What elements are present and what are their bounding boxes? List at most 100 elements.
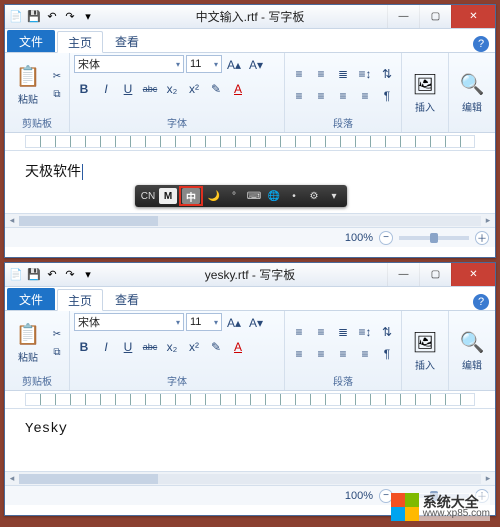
ime-moon-icon[interactable]: 🌙 [205, 188, 223, 204]
home-tab[interactable]: 主页 [57, 289, 103, 311]
align-right-button[interactable]: ≡ [333, 344, 353, 364]
ruler[interactable] [5, 133, 495, 151]
font-size-combo[interactable]: 11 ▾ [186, 55, 222, 73]
ime-m-button[interactable]: M [159, 188, 177, 204]
align-left-button[interactable]: ≡ [289, 344, 309, 364]
font-color-button[interactable]: A [228, 79, 248, 99]
font-size-combo[interactable]: 11 ▾ [186, 313, 222, 331]
qat-redo-icon[interactable]: ↷ [63, 268, 77, 282]
increase-indent-button[interactable]: ≡ [311, 64, 331, 84]
align-justify-button[interactable]: ≡ [355, 344, 375, 364]
align-center-button[interactable]: ≡ [311, 344, 331, 364]
subscript-button[interactable]: x₂ [162, 337, 182, 357]
ime-dot-icon[interactable]: • [285, 188, 303, 204]
list-button[interactable]: ≣ [333, 64, 353, 84]
home-tab[interactable]: 主页 [57, 31, 103, 53]
align-center-button[interactable]: ≡ [311, 86, 331, 106]
bold-button[interactable]: B [74, 79, 94, 99]
copy-button[interactable]: ⧉ [49, 344, 65, 360]
grow-font-button[interactable]: A▴ [224, 55, 244, 75]
underline-button[interactable]: U [118, 79, 138, 99]
cut-button[interactable]: ✂ [49, 326, 65, 342]
edit-button[interactable]: 🔍 编辑 [453, 322, 491, 380]
paragraph-dialog-button[interactable]: ¶ [377, 344, 397, 364]
sort-button[interactable]: ⇅ [377, 64, 397, 84]
ruler[interactable] [5, 391, 495, 409]
ime-cn-label[interactable]: CN [139, 188, 157, 204]
ime-settings-icon[interactable]: ⚙ [305, 188, 323, 204]
scroll-left-icon[interactable]: ◂ [5, 473, 19, 484]
strikethrough-button[interactable]: abc [140, 79, 160, 99]
view-tab[interactable]: 查看 [105, 30, 149, 52]
scroll-left-icon[interactable]: ◂ [5, 215, 19, 226]
document-area[interactable]: 天极软件 CN M 中 🌙 ° ⌨ 🌐 • ⚙ ▾ [5, 151, 495, 213]
qat-save-icon[interactable]: 💾 [27, 10, 41, 24]
line-spacing-button[interactable]: ≡↕ [355, 322, 375, 342]
ime-keyboard-icon[interactable]: ⌨ [245, 188, 263, 204]
scroll-track[interactable] [19, 216, 481, 226]
highlight-button[interactable]: ✎ [206, 79, 226, 99]
ime-ring-icon[interactable]: ° [225, 188, 243, 204]
align-justify-button[interactable]: ≡ [355, 86, 375, 106]
scroll-thumb[interactable] [19, 474, 158, 484]
qat-dropdown-icon[interactable]: ▾ [81, 10, 95, 24]
qat-save-icon[interactable]: 💾 [27, 268, 41, 282]
copy-button[interactable]: ⧉ [49, 86, 65, 102]
minimize-button[interactable]: — [387, 263, 419, 286]
subscript-button[interactable]: x₂ [162, 79, 182, 99]
file-tab[interactable]: 文件 [7, 30, 55, 52]
scroll-track[interactable] [19, 474, 481, 484]
scroll-right-icon[interactable]: ▸ [481, 473, 495, 484]
ime-dropdown-icon[interactable]: ▾ [325, 188, 343, 204]
decrease-indent-button[interactable]: ≡ [289, 322, 309, 342]
paste-button[interactable]: 📋 粘贴 [9, 314, 47, 372]
shrink-font-button[interactable]: A▾ [246, 55, 266, 75]
paragraph-dialog-button[interactable]: ¶ [377, 86, 397, 106]
insert-button[interactable]: 🖼 插入 [406, 322, 444, 380]
font-family-combo[interactable]: 宋体 ▾ [74, 55, 184, 73]
maximize-button[interactable]: ▢ [419, 263, 451, 286]
close-button[interactable]: ✕ [451, 5, 495, 28]
view-tab[interactable]: 查看 [105, 288, 149, 310]
font-family-combo[interactable]: 宋体 ▾ [74, 313, 184, 331]
qat-undo-icon[interactable]: ↶ [45, 268, 59, 282]
titlebar[interactable]: 📄 💾 ↶ ↷ ▾ yesky.rtf - 写字板 — ▢ ✕ [5, 263, 495, 287]
zoom-slider[interactable] [399, 236, 469, 240]
help-button[interactable]: ? [473, 294, 489, 310]
underline-button[interactable]: U [118, 337, 138, 357]
font-color-button[interactable]: A [228, 337, 248, 357]
bold-button[interactable]: B [74, 337, 94, 357]
ime-toolbar[interactable]: CN M 中 🌙 ° ⌨ 🌐 • ⚙ ▾ [135, 185, 347, 207]
highlight-button[interactable]: ✎ [206, 337, 226, 357]
insert-button[interactable]: 🖼 插入 [406, 64, 444, 122]
qat-dropdown-icon[interactable]: ▾ [81, 268, 95, 282]
decrease-indent-button[interactable]: ≡ [289, 64, 309, 84]
horizontal-scrollbar[interactable]: ◂ ▸ [5, 471, 495, 485]
superscript-button[interactable]: x² [184, 337, 204, 357]
shrink-font-button[interactable]: A▾ [246, 313, 266, 333]
ime-chinese-mode-button[interactable]: 中 [182, 188, 200, 204]
qat-undo-icon[interactable]: ↶ [45, 10, 59, 24]
zoom-out-button[interactable]: − [379, 231, 393, 245]
close-button[interactable]: ✕ [451, 263, 495, 286]
cut-button[interactable]: ✂ [49, 68, 65, 84]
minimize-button[interactable]: — [387, 5, 419, 28]
zoom-in-button[interactable]: ＋ [475, 231, 489, 245]
file-tab[interactable]: 文件 [7, 288, 55, 310]
qat-redo-icon[interactable]: ↷ [63, 10, 77, 24]
scroll-thumb[interactable] [19, 216, 158, 226]
superscript-button[interactable]: x² [184, 79, 204, 99]
ime-globe-icon[interactable]: 🌐 [265, 188, 283, 204]
increase-indent-button[interactable]: ≡ [311, 322, 331, 342]
document-area[interactable]: Yesky [5, 409, 495, 471]
maximize-button[interactable]: ▢ [419, 5, 451, 28]
scroll-right-icon[interactable]: ▸ [481, 215, 495, 226]
align-right-button[interactable]: ≡ [333, 86, 353, 106]
paste-button[interactable]: 📋 粘贴 [9, 56, 47, 114]
italic-button[interactable]: I [96, 337, 116, 357]
strikethrough-button[interactable]: abc [140, 337, 160, 357]
titlebar[interactable]: 📄 💾 ↶ ↷ ▾ 中文输入.rtf - 写字板 — ▢ ✕ [5, 5, 495, 29]
italic-button[interactable]: I [96, 79, 116, 99]
sort-button[interactable]: ⇅ [377, 322, 397, 342]
line-spacing-button[interactable]: ≡↕ [355, 64, 375, 84]
